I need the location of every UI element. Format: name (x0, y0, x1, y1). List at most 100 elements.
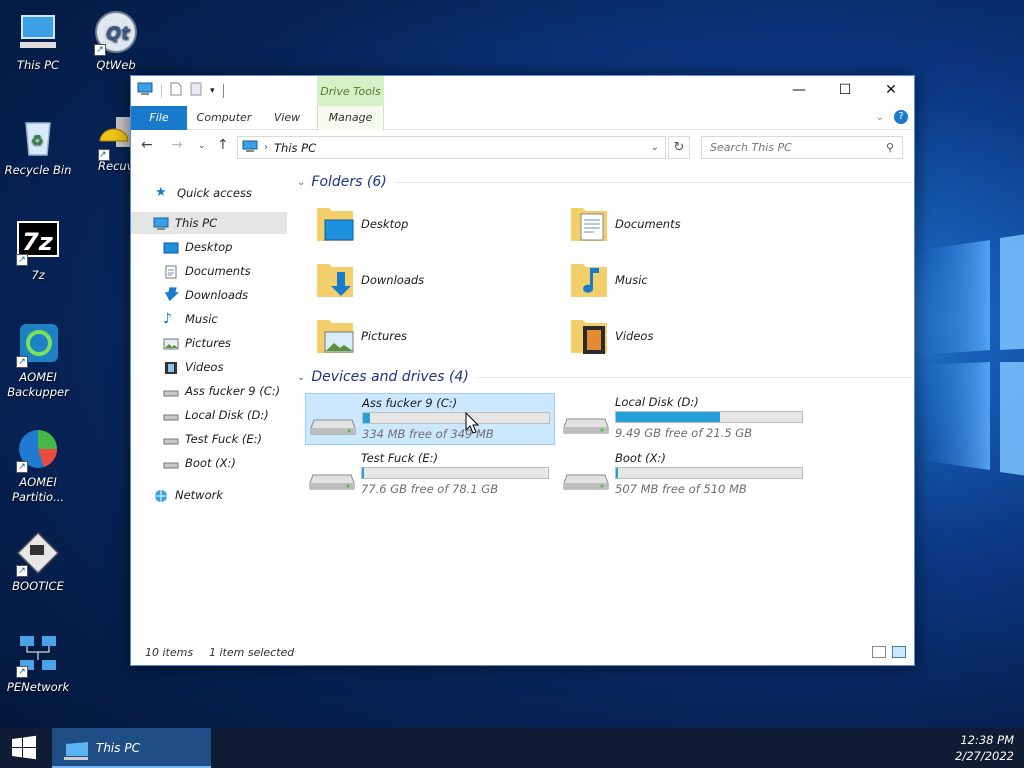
desktop-icon-recycle-bin[interactable]: ♻ Recycle Bin (0, 115, 76, 178)
divider (222, 83, 224, 98)
desktop-icon-7z[interactable]: 7z ↗ 7z (0, 220, 76, 283)
qtweb-icon: Qt ↗ (94, 10, 138, 56)
nav-item-drive-x[interactable]: Boot (X:) (131, 452, 287, 474)
desktop-icon-aomei-partition[interactable]: ↗ AOMEI Partitio... (0, 427, 76, 505)
nav-item-this-pc[interactable]: This PC (131, 212, 287, 234)
desktop-icon-this-pc[interactable]: This PC (0, 10, 76, 73)
maximize-button[interactable]: ☐ (822, 76, 868, 106)
downloads-icon: 🡇 (163, 287, 178, 303)
system-clock[interactable]: 12:38 PM 2/27/2022 (955, 732, 1014, 764)
documents-icon (163, 264, 179, 279)
desktop-icon-qtweb[interactable]: Qt ↗ QtWeb (78, 10, 154, 73)
folders-group-header[interactable]: ⌄ Folders (6) (297, 174, 911, 190)
drive-icon (163, 456, 179, 470)
nav-item-videos[interactable]: Videos (131, 356, 287, 378)
desktop-icon-penetwork[interactable]: ↗ PENetwork (0, 632, 76, 695)
nav-item-drive-c[interactable]: Ass fucker 9 (C:) (131, 380, 287, 402)
folder-desktop[interactable]: Desktop (315, 200, 555, 248)
search-input[interactable]: Search This PC ⚲ (701, 136, 903, 159)
this-pc-icon (16, 10, 60, 54)
nav-item-network[interactable]: Network (131, 484, 287, 506)
nav-item-documents[interactable]: Documents (131, 260, 287, 282)
tab-file[interactable]: File (131, 106, 187, 130)
bootice-icon: ↗ (16, 531, 60, 577)
title-bar[interactable]: ▾ Drive Tools — ☐ ✕ (131, 76, 914, 106)
taskbar-item-this-pc[interactable]: This PC (52, 728, 211, 768)
address-history-icon[interactable]: ⌄ (651, 142, 659, 153)
tab-computer[interactable]: Computer (193, 106, 255, 130)
drive-tile-x[interactable]: Boot (X:) 507 MB free of 510 MB (559, 449, 809, 501)
minimize-button[interactable]: — (776, 76, 822, 106)
divider (394, 181, 911, 183)
folder-videos[interactable]: Videos (569, 312, 809, 360)
clock-time: 12:38 PM (960, 733, 1014, 747)
tab-view[interactable]: View (261, 106, 313, 130)
folder-music[interactable]: Music (569, 256, 809, 304)
desktop-icon-bootice[interactable]: ↗ BOOTICE (0, 531, 76, 594)
start-button[interactable] (0, 728, 48, 768)
details-view-icon[interactable] (872, 646, 886, 658)
drive-tools-context-tab: Drive Tools (317, 76, 384, 106)
folder-documents[interactable]: Documents (569, 200, 809, 248)
desktop-icon-recuva[interactable]: ↗ Recuv (78, 115, 130, 174)
pictures-folder-icon (315, 314, 355, 358)
navigation-pane: ★ Quick access This PC Desktop Documents… (131, 164, 287, 634)
drives-group-header[interactable]: ⌄ Devices and drives (4) (297, 369, 911, 385)
nav-item-desktop[interactable]: Desktop (131, 236, 287, 258)
tab-manage[interactable]: Manage (317, 106, 384, 130)
expand-ribbon-icon[interactable]: ⌄ (876, 112, 884, 123)
nav-item-pictures[interactable]: Pictures (131, 332, 287, 354)
breadcrumb-separator-icon[interactable]: › (264, 142, 268, 153)
explorer-window[interactable]: ▾ Drive Tools — ☐ ✕ File Computer View M… (130, 75, 915, 666)
hard-drive-icon (309, 469, 355, 491)
folder-downloads[interactable]: Downloads (315, 256, 555, 304)
7zip-icon: 7z ↗ (16, 220, 60, 266)
nav-item-drive-d[interactable]: Local Disk (D:) (131, 404, 287, 426)
desktop-icon (163, 240, 179, 254)
nav-item-downloads[interactable]: 🡇 Downloads (131, 284, 287, 306)
close-button[interactable]: ✕ (868, 76, 914, 106)
divider (476, 376, 911, 378)
drive-tile-e[interactable]: Test Fuck (E:) 77.6 GB free of 78.1 GB (305, 449, 555, 501)
videos-icon (163, 360, 179, 374)
collapse-chevron-icon[interactable]: ⌄ (297, 372, 305, 383)
drive-usage-fill (616, 412, 721, 422)
desktop-icon-aomei-backupper[interactable]: ↗ AOMEI Backupper (0, 322, 76, 400)
drive-tile-c[interactable]: Ass fucker 9 (C:) 334 MB free of 349 MB (305, 393, 555, 445)
documents-folder-icon (569, 202, 609, 246)
folder-pictures[interactable]: Pictures (315, 312, 555, 360)
recycle-bin-icon: ♻ (16, 115, 60, 159)
breadcrumb-this-pc[interactable]: This PC (274, 141, 316, 155)
taskbar: This PC 12:38 PM 2/27/2022 (0, 728, 1024, 768)
customize-qat-icon[interactable]: ▾ (210, 86, 215, 96)
nav-item-drive-e[interactable]: Test Fuck (E:) (131, 428, 287, 450)
up-icon[interactable]: ↑ (217, 137, 229, 153)
new-file-icon[interactable] (170, 82, 182, 99)
search-placeholder: Search This PC (710, 141, 792, 154)
recent-locations-icon[interactable]: ⌄ (198, 141, 206, 151)
address-bar[interactable]: › This PC ⌄ (237, 136, 666, 159)
pictures-icon (163, 336, 179, 350)
help-icon[interactable]: ? (894, 110, 908, 124)
status-bar: 10 items 1 item selected (131, 641, 914, 665)
network-icon (153, 488, 169, 502)
tiles-view-icon[interactable] (892, 646, 906, 658)
nav-item-quick-access[interactable]: ★ Quick access (131, 182, 287, 204)
svg-text:♻: ♻ (31, 133, 44, 149)
properties-icon[interactable] (190, 82, 202, 99)
ribbon-right-controls: ⌄ ? (876, 110, 908, 124)
hard-drive-icon (563, 469, 609, 491)
back-icon[interactable]: ← (141, 137, 153, 153)
drive-icon (163, 384, 179, 398)
music-folder-icon (569, 258, 609, 302)
aomei-backupper-icon: ↗ (16, 322, 60, 368)
nav-item-music[interactable]: ♪ Music (131, 308, 287, 330)
ribbon-tabs: File Computer View Manage ⌄ ? (131, 106, 914, 130)
window-controls: — ☐ ✕ (776, 76, 914, 106)
forward-icon[interactable]: → (171, 137, 183, 153)
collapse-chevron-icon[interactable]: ⌄ (297, 177, 305, 188)
penetwork-icon: ↗ (16, 632, 60, 678)
content-pane: ⌄ Folders (6) Desktop Documents Download… (291, 164, 911, 634)
drive-tile-d[interactable]: Local Disk (D:) 9.49 GB free of 21.5 GB (559, 393, 809, 445)
refresh-button[interactable]: ↻ (668, 136, 690, 159)
